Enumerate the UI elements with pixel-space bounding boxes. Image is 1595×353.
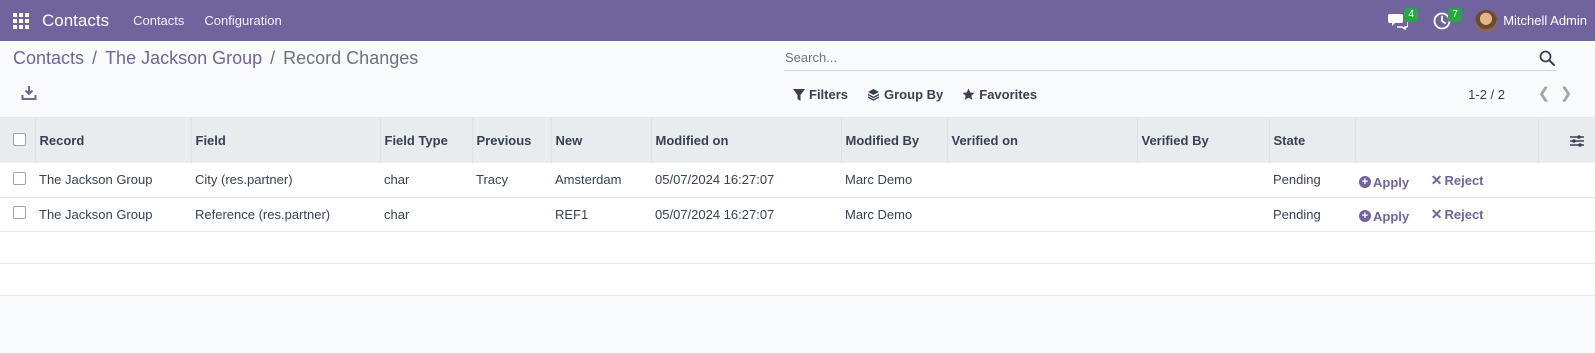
cell-previous: Tracy xyxy=(476,172,509,188)
user-avatar[interactable] xyxy=(1475,9,1498,32)
filters-label: Filters xyxy=(809,87,849,102)
column-header-previous[interactable]: Previous xyxy=(471,118,551,163)
cell-new: Amsterdam xyxy=(555,172,622,188)
apply-button[interactable]: + Apply xyxy=(1359,175,1409,190)
reject-button[interactable]: ✕ Reject xyxy=(1431,172,1484,189)
reject-button[interactable]: ✕ Reject xyxy=(1431,206,1484,223)
messages-badge: 4 xyxy=(1404,7,1419,22)
cell-record: The Jackson Group xyxy=(39,172,153,188)
plus-circle-icon: + xyxy=(1359,210,1371,223)
column-header-verified-by[interactable]: Verified By xyxy=(1136,118,1269,163)
pager-arrows: ❮ ❯ xyxy=(1533,84,1577,102)
menu-configuration[interactable]: Configuration xyxy=(204,13,281,28)
record-changes-list: Record Field Field Type Previous New Mod… xyxy=(0,117,1595,296)
breadcrumb-contacts[interactable]: Contacts xyxy=(13,48,84,69)
activities-badge: 7 xyxy=(1448,7,1463,22)
top-navbar: Contacts Contacts Configuration 4 7 Mitc… xyxy=(0,0,1595,41)
favorites-button[interactable]: Favorites xyxy=(962,87,1037,102)
row-checkbox[interactable] xyxy=(13,171,26,185)
activities-button[interactable]: 7 xyxy=(1431,7,1463,32)
cell-field: City (res.partner) xyxy=(195,172,293,188)
empty-row xyxy=(0,263,1595,295)
breadcrumb-current: Record Changes xyxy=(283,48,419,68)
group-by-button[interactable]: Group By xyxy=(867,87,943,102)
filter-icon xyxy=(793,88,805,101)
cell-state: Pending xyxy=(1273,172,1321,188)
cell-verified-by xyxy=(1137,163,1269,197)
column-header-modified-by[interactable]: Modified By xyxy=(840,118,947,163)
optional-columns-icon[interactable] xyxy=(1570,134,1584,148)
apply-button[interactable]: + Apply xyxy=(1359,209,1409,224)
search-panel-toggles: Filters Group By Favorites xyxy=(793,87,1056,102)
reject-label: Reject xyxy=(1444,207,1484,223)
messages-button[interactable]: 4 xyxy=(1387,7,1419,32)
row-select-cell xyxy=(0,163,35,197)
cell-verified-on xyxy=(947,163,1137,197)
favorites-label: Favorites xyxy=(979,87,1038,102)
table-header: Record Field Field Type Previous New Mod… xyxy=(0,118,1595,163)
group-by-label: Group By xyxy=(884,87,944,102)
pager-value[interactable]: 1-2 / 2 xyxy=(1468,87,1505,102)
empty-row xyxy=(0,231,1595,263)
select-all-cell xyxy=(0,118,35,163)
pager-next-icon[interactable]: ❯ xyxy=(1555,84,1577,102)
column-header-verified-on[interactable]: Verified on xyxy=(946,118,1137,163)
layers-icon xyxy=(867,89,880,101)
row-checkbox[interactable] xyxy=(13,206,26,219)
apps-menu-icon[interactable] xyxy=(13,12,29,29)
column-header-field[interactable]: Field xyxy=(190,118,380,163)
apply-label: Apply xyxy=(1373,174,1410,190)
cell-optional xyxy=(1538,197,1595,231)
cell-verified-on xyxy=(947,197,1137,231)
cell-record: The Jackson Group xyxy=(39,206,153,222)
breadcrumb: Contacts / The Jackson Group / Record Ch… xyxy=(13,48,418,69)
app-name[interactable]: Contacts xyxy=(42,11,109,31)
cell-new: REF1 xyxy=(555,206,589,222)
column-header-modified-on[interactable]: Modified on xyxy=(650,118,841,163)
cell-previous xyxy=(472,197,551,231)
column-header-new[interactable]: New xyxy=(550,118,651,163)
search-bar xyxy=(784,45,1557,71)
cell-modified-by: Marc Demo xyxy=(845,206,913,222)
cell-modified-by: Marc Demo xyxy=(845,172,913,188)
cell-modified-on: 05/07/2024 16:27:07 xyxy=(655,206,775,222)
list-table: Record Field Field Type Previous New Mod… xyxy=(0,118,1595,296)
breadcrumb-jackson-group[interactable]: The Jackson Group xyxy=(105,48,262,69)
cell-actions: + Apply ✕ Reject xyxy=(1355,197,1538,231)
cell-field: Reference (res.partner) xyxy=(195,206,331,222)
cell-field-type: char xyxy=(384,172,410,188)
column-header-state[interactable]: State xyxy=(1268,118,1355,163)
table-row[interactable]: The Jackson Group Reference (res.partner… xyxy=(0,197,1595,231)
cell-modified-on: 05/07/2024 16:27:07 xyxy=(655,172,775,188)
reject-label: Reject xyxy=(1444,173,1484,188)
apply-label: Apply xyxy=(1373,208,1410,224)
star-icon xyxy=(962,88,975,100)
cell-verified-by xyxy=(1137,197,1269,231)
breadcrumb-separator: / xyxy=(270,48,276,68)
cell-state: Pending xyxy=(1273,206,1321,222)
table-row[interactable]: The Jackson Group City (res.partner) cha… xyxy=(0,163,1595,197)
column-header-optional xyxy=(1537,118,1595,163)
breadcrumb-separator: / xyxy=(92,48,98,68)
filters-button[interactable]: Filters xyxy=(793,87,848,102)
plus-circle-icon: + xyxy=(1359,176,1371,188)
column-header-actions xyxy=(1354,118,1538,163)
cell-field-type: char xyxy=(384,206,410,222)
cell-optional xyxy=(1538,163,1595,197)
close-icon: ✕ xyxy=(1430,206,1443,223)
search-input[interactable] xyxy=(784,50,1539,65)
close-icon: ✕ xyxy=(1430,172,1443,188)
user-name[interactable]: Mitchell Admin xyxy=(1503,13,1587,28)
row-select-cell xyxy=(0,197,35,231)
column-header-field-type[interactable]: Field Type xyxy=(379,118,472,163)
cell-actions: + Apply ✕ Reject xyxy=(1355,163,1538,197)
search-icon[interactable] xyxy=(1539,50,1555,66)
pager-previous-icon[interactable]: ❮ xyxy=(1533,84,1555,102)
menu-contacts[interactable]: Contacts xyxy=(133,13,184,28)
column-header-record[interactable]: Record xyxy=(34,118,191,163)
download-icon[interactable] xyxy=(21,85,37,101)
select-all-checkbox[interactable] xyxy=(13,132,26,146)
